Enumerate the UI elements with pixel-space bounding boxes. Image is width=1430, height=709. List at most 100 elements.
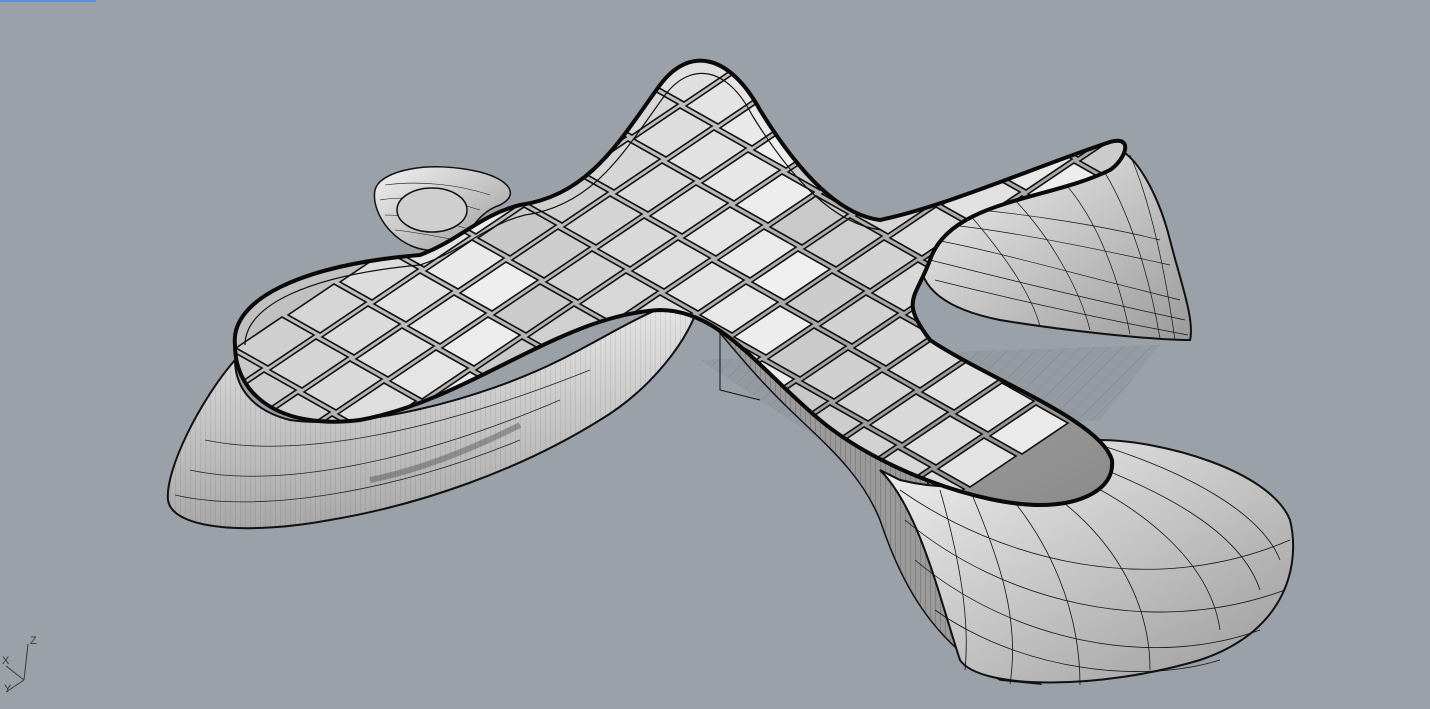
model-render[interactable] bbox=[0, 0, 1430, 709]
roof-panel bbox=[662, 393, 744, 444]
roof-panel bbox=[712, 492, 794, 506]
roof-panel bbox=[696, 548, 774, 597]
roof-panel bbox=[764, 459, 846, 506]
roof-panel bbox=[1184, 64, 1262, 113]
roof-panel bbox=[1182, 196, 1260, 245]
roof-panel bbox=[558, 459, 640, 506]
roof-panel bbox=[1254, 0, 1332, 25]
roof-panel bbox=[736, 60, 818, 92]
roof-panel bbox=[1082, 0, 1160, 47]
roof-panel bbox=[842, 0, 920, 25]
roof-panel bbox=[542, 515, 620, 564]
roof-panel bbox=[730, 437, 812, 488]
roof-panel bbox=[644, 448, 726, 499]
roof-panel bbox=[696, 415, 778, 466]
roof-panel bbox=[1340, 0, 1418, 14]
roof-panel bbox=[1406, 141, 1430, 190]
roof-panel bbox=[996, 9, 1074, 58]
roof-panel bbox=[610, 426, 692, 477]
roof-panel bbox=[1200, 141, 1278, 190]
z-axis-label: Z bbox=[30, 635, 37, 647]
roof-panel bbox=[1202, 9, 1280, 58]
roof-panel bbox=[1354, 174, 1430, 223]
roof-panel bbox=[506, 492, 588, 506]
roof-panel bbox=[490, 548, 568, 597]
roof-panel bbox=[1236, 31, 1314, 80]
roof-panel bbox=[1132, 97, 1210, 146]
roof-panel bbox=[924, 96, 1006, 147]
roof-panel bbox=[644, 581, 722, 630]
roof-panel bbox=[1048, 0, 1126, 25]
roof-panel bbox=[876, 0, 954, 47]
roof-panel bbox=[1270, 53, 1348, 102]
roof-panel bbox=[790, 9, 868, 58]
roof-panel bbox=[1062, 60, 1126, 103]
roof-panel bbox=[908, 60, 990, 70]
roof-panel bbox=[678, 470, 760, 506]
roof-panel bbox=[1198, 273, 1276, 322]
roof-panel bbox=[1286, 130, 1364, 179]
roof-panel bbox=[838, 107, 920, 158]
roof-panel bbox=[1424, 86, 1430, 135]
roof-panel bbox=[890, 74, 972, 125]
roof-panel bbox=[456, 526, 534, 575]
roof-panel bbox=[928, 0, 1006, 14]
roof-panel bbox=[748, 515, 826, 564]
roof-panel bbox=[756, 0, 834, 36]
roof-panel bbox=[1252, 108, 1330, 157]
roof-panel bbox=[976, 63, 1058, 114]
roof-panel bbox=[1218, 86, 1296, 135]
z-axis-line bbox=[23, 643, 29, 681]
roof-panel bbox=[1372, 119, 1430, 168]
roof-panel bbox=[730, 570, 808, 619]
roof-panel bbox=[1250, 240, 1328, 289]
roof-panel bbox=[1234, 163, 1312, 212]
roof-panel bbox=[782, 537, 860, 586]
roof-panel bbox=[524, 570, 602, 619]
roof-panel bbox=[420, 503, 502, 506]
roof-panel bbox=[1304, 75, 1382, 124]
roof-panel bbox=[592, 614, 670, 663]
roof-panel bbox=[626, 636, 704, 685]
roof-panel bbox=[626, 503, 708, 506]
roof-panel bbox=[1010, 85, 1092, 136]
roof-panel bbox=[1356, 42, 1430, 91]
x-axis-line bbox=[5, 665, 25, 681]
roof-panel bbox=[1014, 0, 1092, 3]
roof-panel bbox=[1168, 0, 1246, 36]
roof-panel bbox=[1114, 60, 1126, 70]
roof-panel bbox=[1150, 42, 1228, 91]
roof-panel bbox=[678, 603, 756, 652]
roof-panel bbox=[856, 60, 938, 103]
roof-panel bbox=[576, 537, 654, 586]
roof-panel bbox=[1028, 60, 1110, 81]
roof-panel bbox=[610, 559, 688, 608]
roof-panel bbox=[1288, 0, 1366, 47]
roof-panel bbox=[808, 0, 886, 3]
roof-panel bbox=[1166, 119, 1244, 168]
roof-panel bbox=[1374, 0, 1430, 36]
roof-panel bbox=[942, 60, 1024, 92]
roof-panel bbox=[558, 592, 636, 641]
roof-panel bbox=[1096, 74, 1126, 125]
y-axis-label: Y bbox=[4, 683, 12, 695]
roof-panel bbox=[822, 60, 904, 81]
roof-panel bbox=[592, 481, 674, 506]
roof-panel bbox=[1390, 64, 1430, 113]
roof-panel bbox=[1322, 20, 1400, 69]
x-axis-label: X bbox=[2, 655, 10, 667]
axis-widget: Z X Y bbox=[2, 635, 37, 695]
roof-panel bbox=[1320, 152, 1398, 201]
roof-panel bbox=[1216, 218, 1294, 267]
roof-panel bbox=[662, 526, 740, 575]
roof-panel bbox=[1302, 207, 1380, 256]
roof-panel bbox=[1220, 0, 1298, 3]
roof-panel bbox=[872, 129, 954, 180]
roof-panel bbox=[770, 63, 852, 114]
roof-panel bbox=[958, 118, 1040, 169]
roof-panel bbox=[472, 470, 554, 506]
roof-panel bbox=[1408, 9, 1430, 58]
roof-panel bbox=[1268, 185, 1346, 234]
viewport-perspective[interactable]: Z X Y bbox=[0, 0, 1430, 709]
roof-panel bbox=[962, 0, 1040, 36]
